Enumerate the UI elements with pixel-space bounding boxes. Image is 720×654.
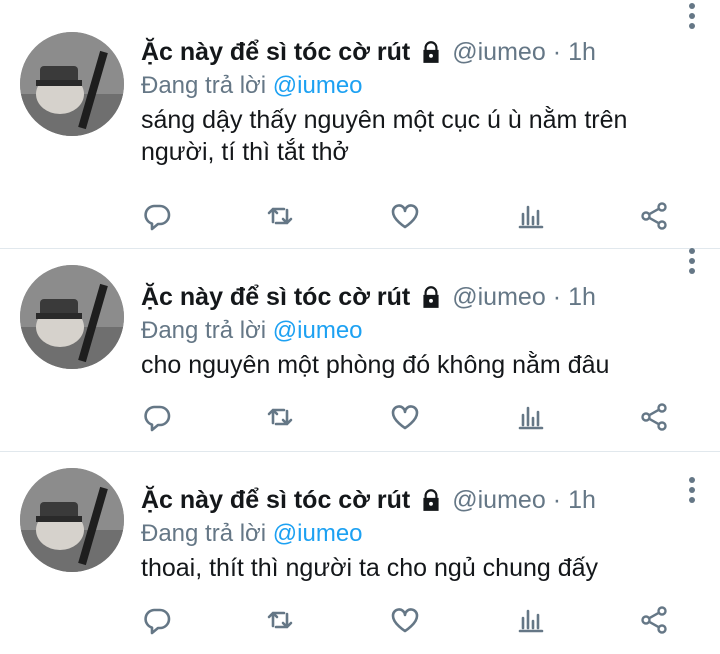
avatar[interactable] xyxy=(20,32,124,136)
handle[interactable]: @iumeo xyxy=(452,283,545,312)
replying-prefix: Đang trả lời xyxy=(141,520,267,547)
reply-icon[interactable] xyxy=(141,401,173,433)
handle[interactable]: @iumeo xyxy=(452,486,545,515)
replying-to: Đang trả lời @iumeo xyxy=(141,70,700,102)
more-vertical-icon[interactable] xyxy=(686,247,698,275)
action-bar xyxy=(141,604,720,636)
tweet[interactable]: Ặc này để sì tóc cờ rút @iumeo · 1h Đang… xyxy=(0,247,720,451)
avatar[interactable] xyxy=(20,265,124,369)
display-name[interactable]: Ặc này để sì tóc cờ rút xyxy=(141,38,410,67)
analytics-icon[interactable] xyxy=(514,200,546,232)
analytics-icon[interactable] xyxy=(514,401,546,433)
replying-to: Đang trả lời @iumeo xyxy=(141,518,700,550)
avatar-image xyxy=(20,468,124,572)
replying-prefix: Đang trả lời xyxy=(141,72,267,99)
reply-icon[interactable] xyxy=(141,200,173,232)
timestamp[interactable]: 1h xyxy=(568,38,596,67)
share-icon[interactable] xyxy=(638,401,670,433)
reply-mention[interactable]: @iumeo xyxy=(273,520,363,547)
tweet-text: cho nguyên một phòng đó không nằm đâu xyxy=(141,351,610,379)
action-bar xyxy=(141,401,720,433)
replying-prefix: Đang trả lời xyxy=(141,317,267,344)
lock-icon xyxy=(418,39,444,65)
more-vertical-icon[interactable] xyxy=(686,476,698,504)
avatar-image xyxy=(20,32,124,136)
reply-icon[interactable] xyxy=(141,604,173,636)
tweet-header: Ặc này để sì tóc cờ rút @iumeo · 1h xyxy=(141,482,700,518)
timestamp[interactable]: 1h xyxy=(568,283,596,312)
tweet-header: Ặc này để sì tóc cờ rút @iumeo · 1h xyxy=(141,34,700,70)
tweet-text: thoai, thít thì người ta cho ngủ chung đ… xyxy=(141,554,599,582)
separator-dot: · xyxy=(552,37,562,66)
retweet-icon[interactable] xyxy=(264,604,296,636)
action-bar xyxy=(141,200,720,232)
reply-mention[interactable]: @iumeo xyxy=(273,317,363,344)
tweet-text: sáng dậy thấy nguyên một cục ú ù nằm trê… xyxy=(141,106,628,166)
more-vertical-icon[interactable] xyxy=(686,2,698,30)
share-icon[interactable] xyxy=(638,200,670,232)
retweet-icon[interactable] xyxy=(264,401,296,433)
analytics-icon[interactable] xyxy=(514,604,546,636)
avatar-image xyxy=(20,265,124,369)
timestamp[interactable]: 1h xyxy=(568,486,596,515)
lock-icon xyxy=(418,487,444,513)
retweet-icon[interactable] xyxy=(264,200,296,232)
avatar[interactable] xyxy=(20,468,124,572)
reply-mention[interactable]: @iumeo xyxy=(273,72,363,99)
handle[interactable]: @iumeo xyxy=(452,38,545,67)
heart-icon[interactable] xyxy=(389,200,421,232)
share-icon[interactable] xyxy=(638,604,670,636)
separator-dot: · xyxy=(552,485,562,514)
replying-to: Đang trả lời @iumeo xyxy=(141,315,700,347)
tweet[interactable]: Ặc này để sì tóc cờ rút @iumeo · 1h Đang… xyxy=(0,0,720,248)
heart-icon[interactable] xyxy=(389,401,421,433)
tweet-header: Ặc này để sì tóc cờ rút @iumeo · 1h xyxy=(141,279,700,315)
lock-icon xyxy=(418,284,444,310)
separator-dot: · xyxy=(552,282,562,311)
display-name[interactable]: Ặc này để sì tóc cờ rút xyxy=(141,486,410,515)
heart-icon[interactable] xyxy=(389,604,421,636)
display-name[interactable]: Ặc này để sì tóc cờ rút xyxy=(141,283,410,312)
tweet[interactable]: Ặc này để sì tóc cờ rút @iumeo · 1h Đang… xyxy=(0,452,720,654)
